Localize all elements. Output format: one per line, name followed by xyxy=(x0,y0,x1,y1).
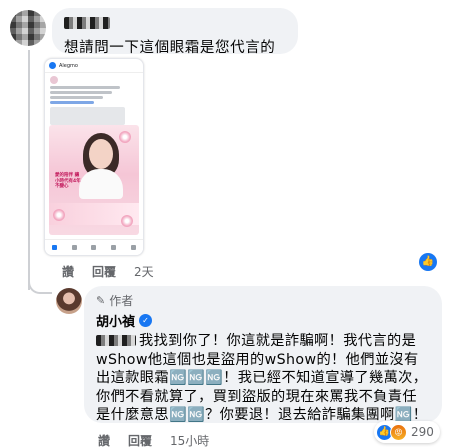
reply-timestamp[interactable]: 15小時 xyxy=(170,432,209,447)
verified-badge-icon: ✓ xyxy=(139,314,153,327)
reply-actions: 讚 回覆 15小時 xyxy=(98,432,209,447)
reply-action[interactable]: 回覆 xyxy=(128,432,152,447)
reply-action[interactable]: 回覆 xyxy=(92,263,116,280)
comment-actions: 讚 回覆 2天 xyxy=(62,263,154,280)
thread-connector xyxy=(28,50,30,290)
comment-bubble: 想請問一下這個眼霜是您代言的嗎？ xyxy=(52,8,298,77)
redacted-commenter-name[interactable] xyxy=(64,17,110,29)
author-avatar[interactable] xyxy=(56,288,82,314)
screenshot-app-name: Alegmo xyxy=(59,62,78,69)
author-name[interactable]: 胡小禎 xyxy=(96,311,135,330)
author-badge: ✎ 作者 xyxy=(96,292,430,309)
like-action[interactable]: 讚 xyxy=(98,432,110,447)
like-action[interactable]: 讚 xyxy=(62,263,74,280)
ad-image: 愛的陪伴 讓小時代有4年不變心 xyxy=(49,125,139,235)
thumbs-up-icon[interactable]: 👍 xyxy=(419,253,437,271)
ad-tagline: 愛的陪伴 讓小時代有4年不變心 xyxy=(55,173,81,189)
angry-face-icon: 😡 xyxy=(390,423,407,441)
reply-text: 我找到你了！你這就是詐騙啊！我代言的是wShow他這個也是盜用的wShow的！他… xyxy=(96,333,428,423)
screenshot-post xyxy=(45,73,143,128)
thread-connector-curve xyxy=(28,270,52,294)
redacted-mention[interactable] xyxy=(96,335,136,346)
reaction-summary[interactable]: 👍 😡 290 xyxy=(374,421,440,443)
comment-timestamp[interactable]: 2天 xyxy=(134,263,154,280)
author-name-row: 胡小禎 ✓ xyxy=(96,311,430,330)
reply-bubble: ✎ 作者 胡小禎 ✓ 我找到你了！你這就是詐騙啊！我代言的是wShow他這個也是… xyxy=(84,286,442,423)
pen-icon: ✎ xyxy=(96,294,106,307)
attached-screenshot[interactable]: Alegmo 愛的陪伴 讓小時代有4年不變心 xyxy=(44,58,144,256)
post-avatar xyxy=(50,76,58,84)
screenshot-nav-bar xyxy=(45,239,143,255)
commenter-avatar[interactable] xyxy=(10,10,46,46)
screenshot-header: Alegmo xyxy=(45,59,143,73)
app-logo-icon xyxy=(49,62,56,69)
author-badge-label: 作者 xyxy=(109,294,134,308)
reaction-count: 290 xyxy=(411,425,434,439)
reply-text-block: 我找到你了！你這就是詐騙啊！我代言的是wShow他這個也是盜用的wShow的！他… xyxy=(96,332,430,425)
